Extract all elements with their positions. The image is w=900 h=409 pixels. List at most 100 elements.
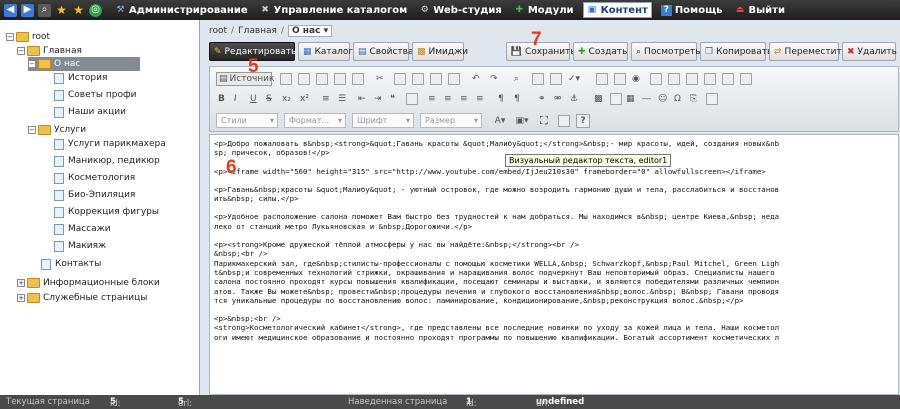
breadcrumb-current[interactable]: О нас ▾ [288,24,333,37]
collapse-toggle-icon[interactable]: − [28,60,36,68]
bg-color-icon[interactable]: ▣▾ [512,114,532,128]
spellcheck-icon[interactable]: ✓▾ [568,72,580,86]
forward-arrow-icon[interactable]: ▶ [21,3,34,17]
preview-icon[interactable] [316,72,328,86]
menu-help[interactable]: ? Помощь [658,1,726,19]
table-icon[interactable]: ▦ [626,92,635,106]
breadcrumb-root[interactable]: root [209,26,227,36]
collapse-toggle-icon[interactable]: − [6,33,14,41]
source-code-textarea[interactable]: <p>Добро пожаловать в&nbsp;<strong>&quot… [209,134,899,395]
size-dropdown[interactable]: Размер ▾ [420,113,482,128]
styles-dropdown[interactable]: Стили ▾ [216,113,278,128]
italic-icon[interactable]: I [234,92,237,106]
tree-node-info-blocks[interactable]: + Информационные блоки [17,276,160,290]
tree-node-history[interactable]: История [54,71,107,85]
delete-button[interactable]: ✖ Удалить [842,42,897,61]
properties-button[interactable]: ▤ Свойства [353,42,413,61]
align-center-icon[interactable]: ≡ [444,92,452,106]
select-field-icon[interactable] [686,72,698,86]
strike-icon[interactable]: S [266,92,272,106]
select-all-icon[interactable] [550,72,562,86]
back-arrow-icon[interactable]: ◀ [4,3,17,17]
menu-exit[interactable]: ⏏ Выйти [731,1,787,19]
superscript-icon[interactable]: x² [300,92,309,106]
unlink-icon[interactable]: ⚮ [554,92,562,106]
copy-button[interactable]: ❐ Копировать [700,42,772,61]
collapse-toggle-icon[interactable]: − [28,126,36,134]
form-icon[interactable] [596,72,608,86]
indent-icon[interactable]: ⇥ [374,92,382,106]
search-icon[interactable]: ⌕ [38,3,51,17]
align-justify-icon[interactable]: ≡ [476,92,484,106]
star-icon[interactable]: ★ [55,4,68,17]
textfield-icon[interactable] [650,72,662,86]
outdent-icon[interactable]: ⇤ [358,92,366,106]
tree-node-service-item[interactable]: Косметология [54,171,135,185]
menu-webstudio[interactable]: ⚙ Web-студия [416,1,505,19]
tree-node-service-item[interactable]: Макияж [54,239,106,253]
image-button-icon[interactable] [722,72,734,86]
tree-node-service-item[interactable]: Коррекция фигуры [54,205,159,219]
tree-node-main[interactable]: − Главная [17,44,82,58]
rtl-icon[interactable]: ¶ [514,92,520,106]
radio-icon[interactable]: ◉ [632,72,640,86]
textarea-icon[interactable] [668,72,680,86]
undo-icon[interactable]: ↶ [472,72,480,86]
bulleted-list-icon[interactable]: ☰ [338,92,346,106]
tree-node-contacts[interactable]: Контакты [41,257,101,271]
ltr-icon[interactable]: ¶ [498,92,504,106]
breadcrumb-main[interactable]: Главная [238,26,277,36]
hr-icon[interactable]: ― [642,92,651,106]
anchor-icon[interactable]: ⚓ [570,92,578,106]
button-field-icon[interactable] [704,72,716,86]
tree-node-root[interactable]: − root [6,30,50,44]
print-icon[interactable] [334,72,346,86]
tree-node-about[interactable]: − О нас [28,57,140,71]
collapse-toggle-icon[interactable]: − [17,47,25,55]
font-dropdown[interactable]: Шрифт ▾ [352,113,414,128]
tree-node-service-pages[interactable]: + Служебные страницы [17,291,147,305]
menu-administration[interactable]: ⚒ Администрирование [112,1,251,19]
align-left-icon[interactable]: ≡ [428,92,436,106]
bold-icon[interactable]: B [218,92,225,106]
numbered-list-icon[interactable]: ≡ [322,92,330,106]
source-button[interactable]: ▤ Источник [216,72,274,86]
redo-icon[interactable]: ↷ [490,72,498,86]
tree-node-service-item[interactable]: Маникюр, педикюр [54,154,160,168]
images-button[interactable]: ▩ Имиджи [412,42,468,61]
maximize-icon[interactable]: ⛶ [540,114,548,128]
align-right-icon[interactable]: ≡ [460,92,468,106]
move-button[interactable]: ⇄ Переместить [769,42,847,61]
tree-node-service-item[interactable]: Массажи [54,222,111,236]
underline-icon[interactable]: U [250,92,257,106]
about-icon[interactable]: ? [576,114,590,128]
subscript-icon[interactable]: x₂ [282,92,291,106]
expand-toggle-icon[interactable]: + [17,279,25,287]
create-button[interactable]: ✚ Создать [573,42,628,61]
paste-icon[interactable] [412,72,424,86]
image-icon[interactable]: ▩ [594,92,603,106]
checkbox-icon[interactable] [614,72,626,86]
tree-node-tips[interactable]: Советы профи [54,88,137,102]
catalog-button[interactable]: ▦ Каталог [298,42,353,61]
flash-icon[interactable] [610,92,622,106]
replace-icon[interactable] [532,72,544,86]
cut-icon[interactable]: ✂ [376,72,384,86]
iframe-icon[interactable] [706,92,718,106]
tree-node-services[interactable]: − Услуги [28,123,86,137]
copy-text-icon[interactable] [394,72,406,86]
smiley-icon[interactable]: ☺ [658,92,667,106]
view-button[interactable]: ⌕ Посмотреть [631,42,701,61]
format-dropdown[interactable]: Формат... ▾ [284,113,346,128]
find-icon[interactable]: ⌕ [514,72,519,86]
tree-node-promos[interactable]: Наши акции [54,105,126,119]
templates-icon[interactable] [352,72,364,86]
pagebreak-icon[interactable]: ⎘ [690,92,697,106]
globe-icon[interactable]: ◎ [89,3,102,17]
new-page-icon[interactable] [280,72,292,86]
star-outline-icon[interactable]: ★ [72,4,85,17]
special-char-icon[interactable]: Ω [674,92,681,106]
hidden-field-icon[interactable] [740,72,752,86]
menu-content[interactable]: ▣ Контент [582,2,652,18]
tree-node-service-item[interactable]: Услуги парикмахера [54,137,166,151]
